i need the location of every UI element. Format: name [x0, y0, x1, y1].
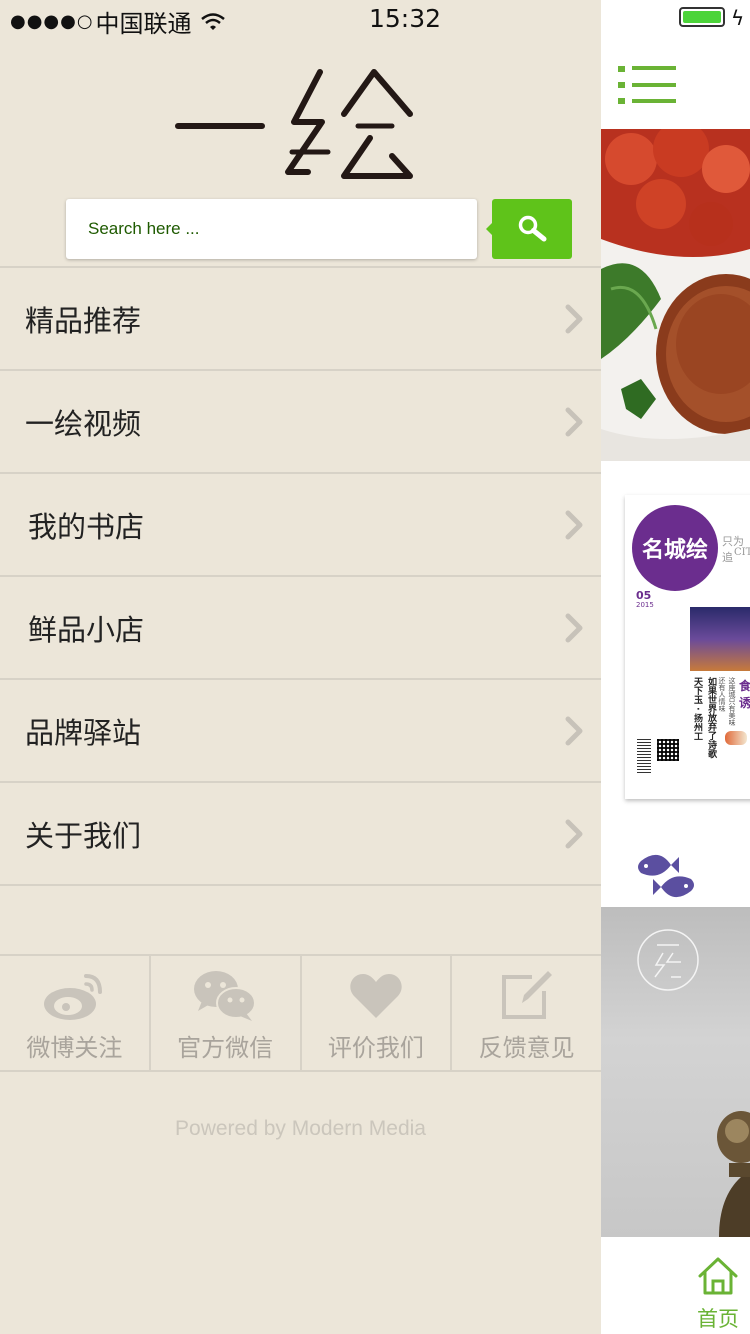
video-illustration — [637, 929, 750, 1237]
menu-item-label: 我的书店 — [28, 509, 145, 544]
menu-item-featured[interactable]: 精品推荐 — [0, 268, 601, 371]
heart-icon — [350, 974, 402, 1018]
search-box — [66, 199, 477, 259]
chevron-right-icon — [565, 613, 583, 643]
main-page-peek[interactable]: 名城绘 只为追 CIT 05 2015 食诱 天下玉 · 扬州工 如果世界放弃了… — [601, 0, 750, 1334]
home-icon — [698, 1257, 738, 1295]
magazine-headline-3: 还有人情味 — [718, 677, 726, 712]
video-preview[interactable] — [601, 907, 750, 1237]
wechat-icon — [194, 971, 257, 1021]
menu-item-label: 关于我们 — [25, 818, 142, 853]
app-logo — [175, 69, 413, 179]
search-icon — [518, 215, 547, 242]
magazine-badge-text: 名城绘 — [641, 538, 708, 563]
chevron-right-icon — [565, 819, 583, 849]
weibo-icon — [44, 974, 103, 1020]
magazine-tagline-2: CIT — [734, 547, 750, 558]
weibo-follow-button[interactable]: 微博关注 — [0, 956, 151, 1070]
social-label: 微博关注 — [26, 1034, 123, 1062]
menu-item-fresh-shop[interactable]: 鲜品小店 — [0, 577, 601, 680]
carrier-info: ●●●●○ 中国联通 — [10, 4, 226, 39]
menu-item-about-us[interactable]: 关于我们 — [0, 783, 601, 886]
edit-icon — [501, 971, 552, 1019]
sushi-photo — [725, 731, 747, 745]
menu-item-label: 精品推荐 — [25, 303, 142, 338]
search-input[interactable] — [66, 199, 477, 259]
clock: 15:32 — [369, 4, 442, 33]
menu-item-video[interactable]: 一绘视频 — [0, 371, 601, 474]
wifi-icon — [200, 12, 225, 30]
magazine-headline-4: 这座城只有美味 — [728, 677, 736, 726]
feedback-button[interactable]: 反馈意见 — [452, 956, 601, 1070]
social-bar: 微博关注 官方微信 评价我们 反馈意见 — [0, 954, 601, 1072]
powered-by-text: Powered by Modern Media — [175, 1117, 426, 1140]
menu-item-label: 鲜品小店 — [28, 612, 145, 647]
magazine-badge: 名城绘 — [632, 505, 718, 591]
home-tab-label: 首页 — [697, 1307, 739, 1331]
menu-list-icon[interactable] — [618, 66, 680, 106]
food-illustration — [601, 129, 750, 461]
search-button[interactable] — [486, 199, 572, 259]
chevron-right-icon — [565, 510, 583, 540]
magazine-city-photo — [690, 607, 750, 671]
social-label: 官方微信 — [177, 1034, 274, 1062]
chevron-right-icon — [565, 407, 583, 437]
food-feature-image[interactable] — [601, 129, 750, 461]
magazine-feature-title: 食诱 — [739, 679, 750, 710]
magazine-cover[interactable]: 名城绘 只为追 CIT 05 2015 食诱 天下玉 · 扬州工 如果世界放弃了… — [601, 461, 750, 907]
barcode-icon — [637, 737, 651, 773]
signal-strength-icon: ●●●●○ — [10, 11, 94, 32]
magazine-headline-1: 天下玉 · 扬州工 — [692, 677, 702, 741]
chevron-right-icon — [565, 716, 583, 746]
battery-icon — [679, 7, 725, 27]
qr-code-icon — [657, 739, 679, 761]
chevron-right-icon — [565, 304, 583, 334]
menu-item-bookstore[interactable]: 我的书店 — [0, 474, 601, 577]
menu-item-label: 品牌驿站 — [25, 715, 142, 750]
screen: 精品推荐 一绘视频 我的书店 鲜品小店 品牌驿站 关于我们 — [0, 0, 750, 1334]
pisces-fish-icon — [638, 854, 694, 898]
social-label: 评价我们 — [327, 1034, 424, 1062]
rate-us-button[interactable]: 评价我们 — [302, 956, 453, 1070]
side-menu-panel: 精品推荐 一绘视频 我的书店 鲜品小店 品牌驿站 关于我们 — [0, 0, 601, 1334]
social-label: 反馈意见 — [478, 1034, 575, 1062]
menu-item-label: 一绘视频 — [25, 406, 142, 441]
wechat-official-button[interactable]: 官方微信 — [151, 956, 302, 1070]
status-bar: ●●●●○ 中国联通 15:32 ϟ — [0, 0, 750, 40]
charging-bolt-icon: ϟ — [731, 6, 745, 30]
menu-list: 精品推荐 一绘视频 我的书店 鲜品小店 品牌驿站 关于我们 — [0, 266, 601, 886]
magazine-year: 2015 — [636, 601, 654, 609]
carrier-name: 中国联通 — [95, 10, 192, 38]
menu-item-brand-station[interactable]: 品牌驿站 — [0, 680, 601, 783]
